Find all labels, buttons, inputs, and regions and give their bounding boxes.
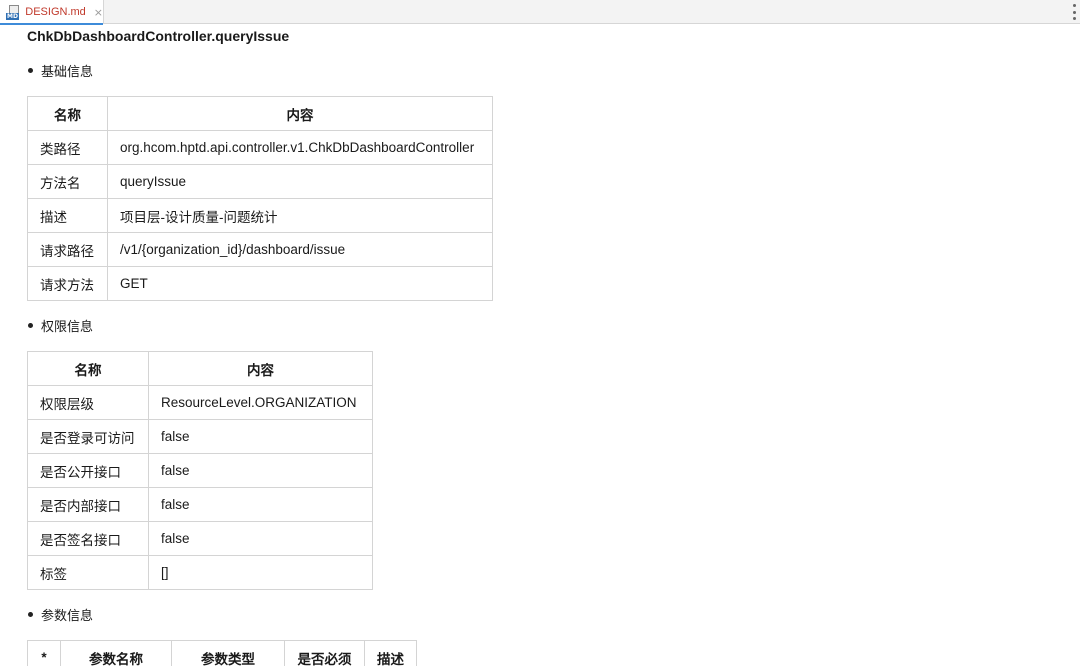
- column-header: 参数类型: [171, 640, 285, 666]
- column-header: 是否必须: [284, 640, 365, 666]
- bullet-dot: [28, 323, 33, 328]
- table-row: 请求方法 GET: [27, 266, 493, 301]
- markdown-preview: ChkDbDashboardController.queryIssue 基础信息…: [0, 24, 1080, 666]
- column-header: 名称: [27, 96, 108, 131]
- table-cell: org.hcom.hptd.api.controller.v1.ChkDbDas…: [107, 130, 493, 165]
- table-row: 请求路径 /v1/{organization_id}/dashboard/iss…: [27, 232, 493, 267]
- editor-tab-bar: MD DESIGN.md ×: [0, 0, 1080, 25]
- column-header: 描述: [364, 640, 417, 666]
- table-cell: []: [148, 555, 373, 590]
- bullet-dot: [28, 612, 33, 617]
- table-cell: 描述: [27, 198, 108, 233]
- column-header: 参数名称: [60, 640, 172, 666]
- table-cell: 请求路径: [27, 232, 108, 267]
- bullet-dot: [28, 68, 33, 73]
- table-cell: 项目层-设计质量-问题统计: [107, 198, 493, 233]
- table-cell: 是否签名接口: [27, 521, 149, 556]
- tab-filename: DESIGN.md: [25, 6, 86, 18]
- section-title: 权限信息: [41, 320, 94, 335]
- basic-info-table: 名称 内容 类路径 org.hcom.hptd.api.controller.v…: [27, 96, 493, 301]
- table-header-row: 名称 内容: [27, 351, 373, 386]
- column-header: *: [27, 640, 61, 666]
- tab-design-md[interactable]: MD DESIGN.md ×: [0, 0, 104, 25]
- table-cell: false: [148, 453, 373, 488]
- table-row: 类路径 org.hcom.hptd.api.controller.v1.ChkD…: [27, 130, 493, 165]
- markdown-file-icon: MD: [6, 4, 20, 20]
- table-row: 权限层级 ResourceLevel.ORGANIZATION: [27, 385, 373, 420]
- table-cell: 是否登录可访问: [27, 419, 149, 454]
- table-cell: queryIssue: [107, 164, 493, 199]
- table-cell: 方法名: [27, 164, 108, 199]
- table-cell: /v1/{organization_id}/dashboard/issue: [107, 232, 493, 267]
- column-header: 内容: [107, 96, 493, 131]
- table-row: 方法名 queryIssue: [27, 164, 493, 199]
- table-cell: 权限层级: [27, 385, 149, 420]
- table-header-row: 名称 内容: [27, 96, 493, 131]
- table-row: 是否内部接口 false: [27, 487, 373, 522]
- section-basic-info: 基础信息: [28, 61, 93, 80]
- table-row: 是否公开接口 false: [27, 453, 373, 488]
- section-title: 基础信息: [41, 65, 94, 80]
- close-tab-icon[interactable]: ×: [94, 6, 103, 19]
- table-cell: 是否内部接口: [27, 487, 149, 522]
- table-cell: false: [148, 419, 373, 454]
- table-header-row: * 参数名称 参数类型 是否必须 描述: [27, 640, 417, 666]
- more-options-icon[interactable]: [1072, 4, 1076, 20]
- section-param-info: 参数信息: [28, 605, 93, 624]
- table-cell: GET: [107, 266, 493, 301]
- column-header: 内容: [148, 351, 373, 386]
- table-cell: 类路径: [27, 130, 108, 165]
- section-title: 参数信息: [41, 609, 94, 624]
- permission-info-table: 名称 内容 权限层级 ResourceLevel.ORGANIZATION 是否…: [27, 351, 373, 590]
- table-cell: false: [148, 487, 373, 522]
- table-row: 是否登录可访问 false: [27, 419, 373, 454]
- table-row: 标签 []: [27, 555, 373, 590]
- param-info-table: * 参数名称 参数类型 是否必须 描述: [27, 640, 417, 666]
- table-cell: false: [148, 521, 373, 556]
- table-cell: 标签: [27, 555, 149, 590]
- table-cell: ResourceLevel.ORGANIZATION: [148, 385, 373, 420]
- table-cell: 是否公开接口: [27, 453, 149, 488]
- column-header: 名称: [27, 351, 149, 386]
- table-row: 描述 项目层-设计质量-问题统计: [27, 198, 493, 233]
- table-cell: 请求方法: [27, 266, 108, 301]
- table-row: 是否签名接口 false: [27, 521, 373, 556]
- section-permission-info: 权限信息: [28, 316, 93, 335]
- page-title: ChkDbDashboardController.queryIssue: [27, 28, 290, 44]
